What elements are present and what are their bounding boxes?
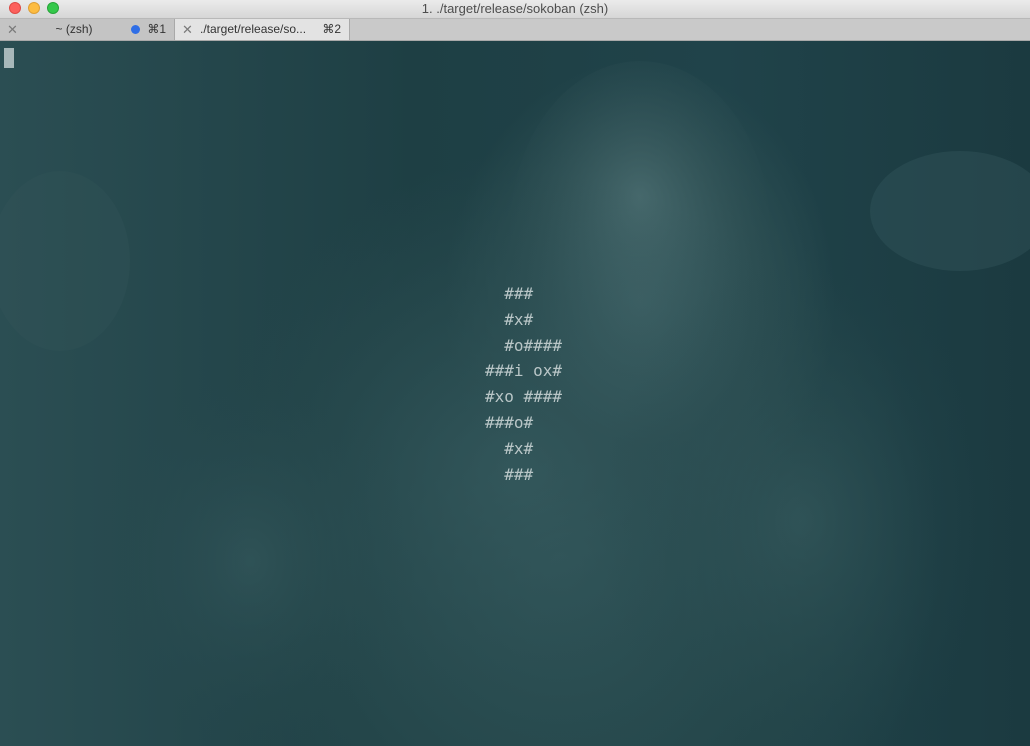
map-line: ### bbox=[485, 464, 534, 484]
tab-label: ~ (zsh) bbox=[55, 22, 93, 36]
tab-zsh[interactable]: ✕ ~ (zsh) ⌘1 bbox=[0, 19, 175, 40]
terminal-window: 1. ./target/release/sokoban (zsh) ✕ ~ (z… bbox=[0, 0, 1030, 746]
map-line: ###i ox# bbox=[485, 361, 563, 381]
tab-shortcut: ⌘1 bbox=[147, 22, 166, 36]
title-bar: 1. ./target/release/sokoban (zsh) bbox=[0, 0, 1030, 19]
text-cursor bbox=[4, 48, 14, 68]
map-line: #x# bbox=[485, 309, 534, 329]
map-line: ###o# bbox=[485, 412, 534, 432]
map-line: #o#### bbox=[485, 335, 563, 355]
close-tab-icon[interactable]: ✕ bbox=[182, 19, 193, 40]
map-line: #x# bbox=[485, 438, 534, 458]
map-line: #xo #### bbox=[485, 387, 563, 407]
terminal-output[interactable]: ### #x# #o#### ###i ox# #xo #### ###o# #… bbox=[0, 41, 1030, 746]
tab-label: ./target/release/so... bbox=[200, 22, 307, 36]
close-tab-icon[interactable]: ✕ bbox=[7, 19, 18, 40]
tab-bar: ✕ ~ (zsh) ⌘1 ✕ ./target/release/so... ⌘2 bbox=[0, 19, 1030, 41]
tab-shortcut: ⌘2 bbox=[322, 22, 341, 36]
window-title: 1. ./target/release/sokoban (zsh) bbox=[421, 1, 609, 16]
tab-sokoban[interactable]: ✕ ./target/release/so... ⌘2 bbox=[175, 19, 350, 40]
sokoban-map: ### #x# #o#### ###i ox# #xo #### ###o# #… bbox=[485, 281, 562, 487]
map-line: ### bbox=[485, 284, 534, 303]
activity-dot-icon bbox=[131, 25, 140, 34]
